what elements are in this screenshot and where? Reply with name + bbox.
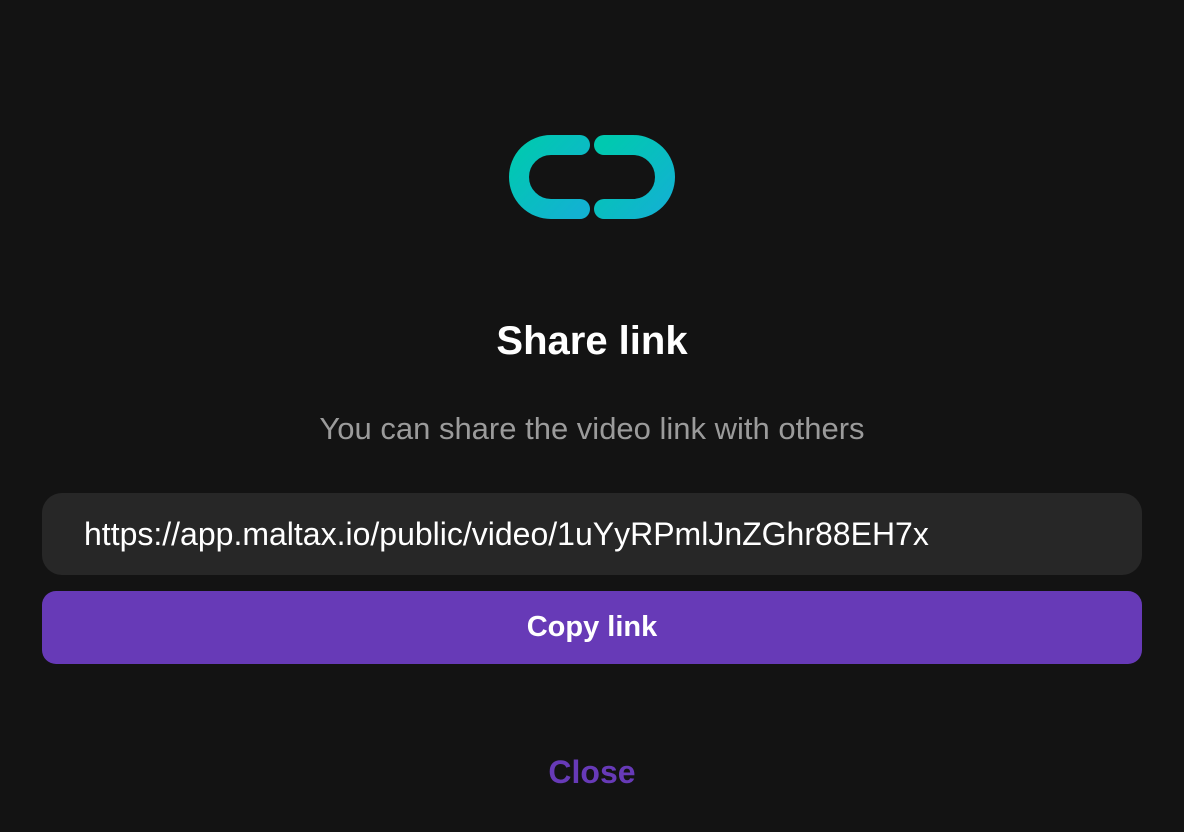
copy-link-button[interactable]: Copy link	[42, 591, 1142, 664]
close-button[interactable]: Close	[492, 748, 692, 796]
dialog-subtitle: You can share the video link with others	[319, 411, 865, 446]
link-icon	[508, 134, 676, 220]
share-link-dialog: Share link You can share the video link …	[0, 0, 1184, 832]
share-url-field[interactable]	[42, 493, 1142, 575]
dialog-title: Share link	[496, 319, 688, 363]
